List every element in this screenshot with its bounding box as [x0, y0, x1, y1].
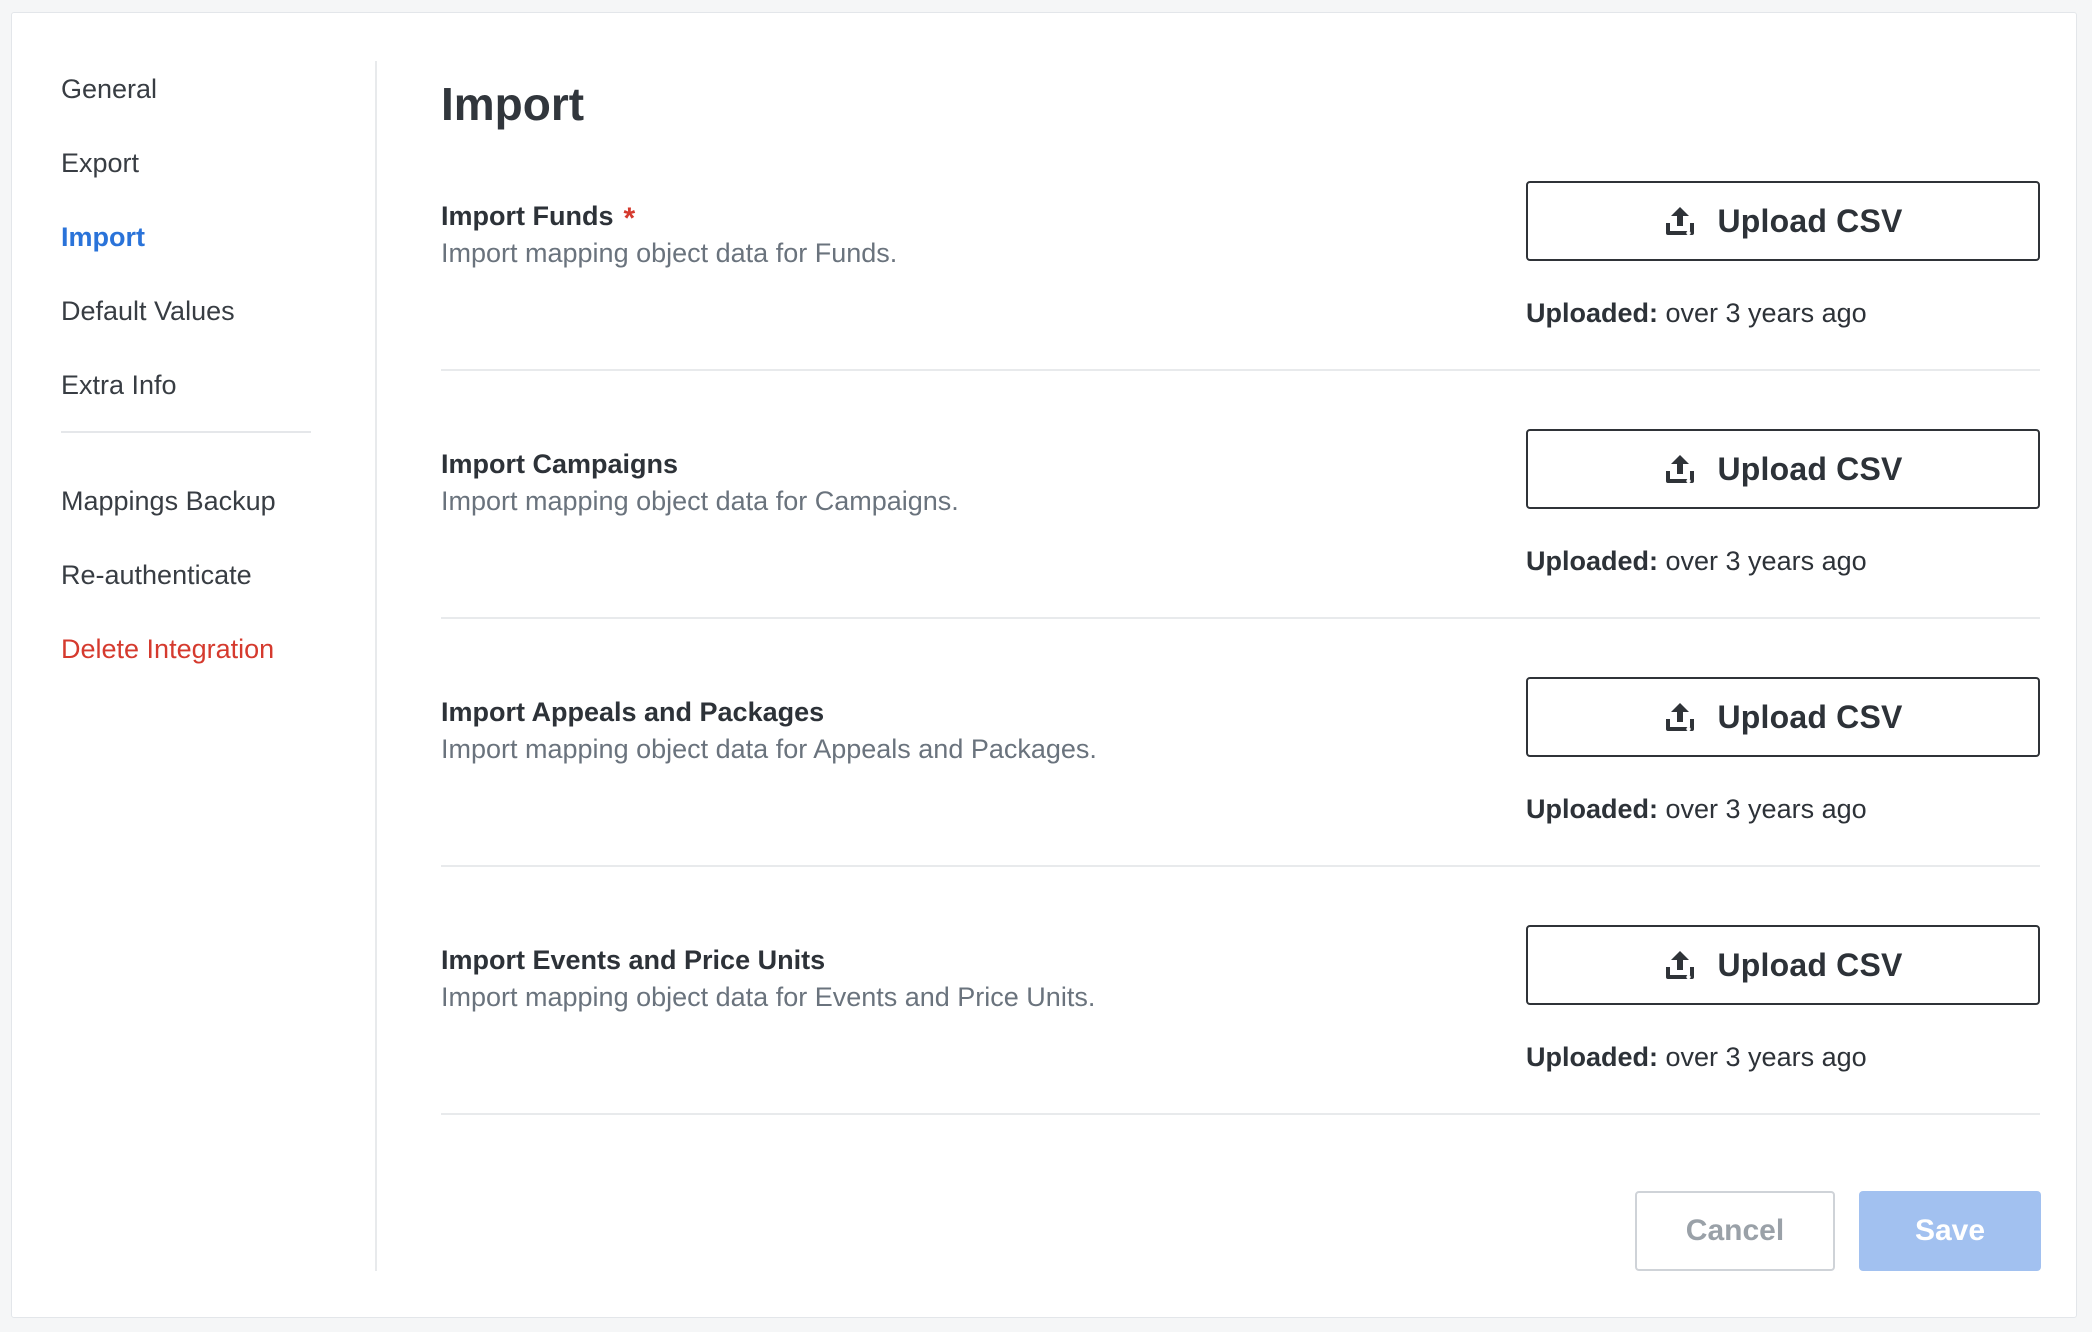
- upload-icon: [1666, 207, 1695, 236]
- section-description: Import mapping object data for Appeals a…: [441, 734, 1097, 764]
- page-title: Import: [441, 78, 585, 130]
- section-divider: [441, 865, 2040, 867]
- upload-icon: [1666, 455, 1695, 484]
- section-title: Import Events and Price Units: [441, 945, 826, 975]
- upload-csv-button[interactable]: Upload CSV: [1526, 677, 2040, 757]
- section-description: Import mapping object data for Funds.: [441, 238, 898, 268]
- settings-panel: General Export Import Default Values Ext…: [11, 12, 2077, 1318]
- cancel-button[interactable]: Cancel: [1635, 1191, 1835, 1271]
- sidebar-divider: [61, 431, 311, 433]
- upload-button-label: Upload CSV: [1717, 698, 1903, 735]
- uploaded-status: Uploaded: over 3 years ago: [1526, 298, 1867, 328]
- section-title: Import Campaigns: [441, 449, 679, 479]
- upload-button-label: Upload CSV: [1717, 202, 1903, 239]
- sidebar-item-re-authenticate[interactable]: Re-authenticate: [61, 559, 252, 591]
- sidebar-item-extra-info[interactable]: Extra Info: [61, 369, 177, 401]
- vertical-divider: [375, 61, 377, 1271]
- import-section-events-price-units: Import Events and Price Units Import map…: [441, 925, 2040, 1191]
- section-description: Import mapping object data for Events an…: [441, 982, 1096, 1012]
- upload-csv-button[interactable]: Upload CSV: [1526, 181, 2040, 261]
- upload-icon: [1666, 703, 1695, 732]
- sidebar-item-mappings-backup[interactable]: Mappings Backup: [61, 485, 276, 517]
- import-section-funds: Import Funds * Import mapping object data…: [441, 181, 2040, 447]
- section-title: Import Appeals and Packages: [441, 697, 825, 727]
- upload-csv-button[interactable]: Upload CSV: [1526, 925, 2040, 1005]
- save-button[interactable]: Save: [1859, 1191, 2041, 1271]
- upload-csv-button[interactable]: Upload CSV: [1526, 429, 2040, 509]
- sidebar-item-delete-integration[interactable]: Delete Integration: [61, 633, 274, 665]
- section-title: Import Funds *: [441, 201, 636, 235]
- import-section-campaigns: Import Campaigns Import mapping object d…: [441, 429, 2040, 695]
- uploaded-status: Uploaded: over 3 years ago: [1526, 546, 1867, 576]
- upload-button-label: Upload CSV: [1717, 450, 1903, 487]
- settings-sidebar: General Export Import Default Values Ext…: [12, 13, 375, 1317]
- uploaded-status: Uploaded: over 3 years ago: [1526, 1042, 1867, 1072]
- section-divider: [441, 369, 2040, 371]
- required-marker: *: [623, 202, 636, 235]
- section-description: Import mapping object data for Campaigns…: [441, 486, 959, 516]
- sidebar-item-general[interactable]: General: [61, 73, 157, 105]
- section-divider: [441, 617, 2040, 619]
- sidebar-item-export[interactable]: Export: [61, 147, 139, 179]
- import-section-appeals-packages: Import Appeals and Packages Import mappi…: [441, 677, 2040, 943]
- section-divider: [441, 1113, 2040, 1115]
- upload-icon: [1666, 951, 1695, 980]
- sidebar-item-import[interactable]: Import: [61, 221, 145, 253]
- upload-button-label: Upload CSV: [1717, 946, 1903, 983]
- sidebar-item-default-values[interactable]: Default Values: [61, 295, 235, 327]
- uploaded-status: Uploaded: over 3 years ago: [1526, 794, 1867, 824]
